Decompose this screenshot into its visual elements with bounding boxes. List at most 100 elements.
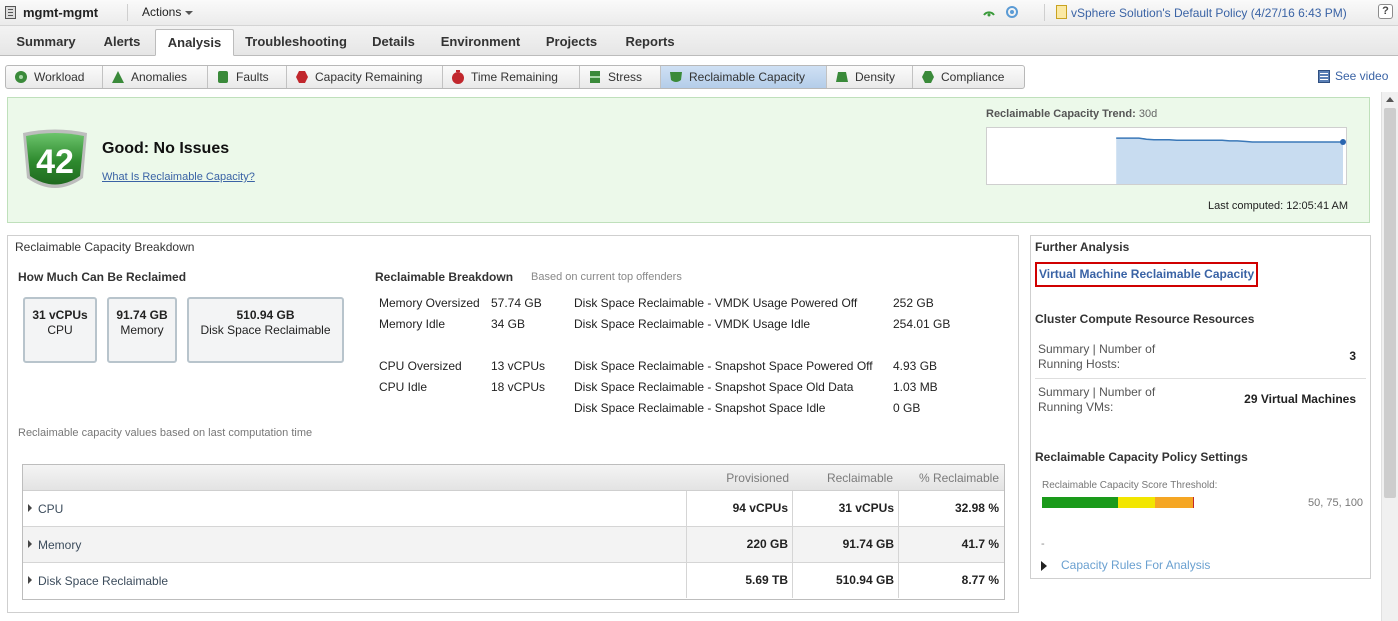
further-analysis-title: Further Analysis bbox=[1035, 240, 1130, 254]
subtab-reclaimable-capacity[interactable]: Reclaimable Capacity bbox=[661, 66, 827, 88]
subtab-density[interactable]: Density bbox=[827, 66, 913, 88]
table-row[interactable]: CPU 94 vCPUs 31 vCPUs 32.98 % bbox=[23, 491, 1004, 527]
expand-caret-icon[interactable] bbox=[1041, 561, 1047, 571]
vertical-scrollbar[interactable] bbox=[1381, 92, 1398, 621]
breakdown-label: Memory Oversized bbox=[379, 296, 480, 310]
subtab-capacity-remaining[interactable]: Capacity Remaining bbox=[287, 66, 443, 88]
table-row[interactable]: Memory 220 GB 91.74 GB 41.7 % bbox=[23, 527, 1004, 563]
tab-environment[interactable]: Environment bbox=[435, 29, 526, 56]
breakdown-value: 13 vCPUs bbox=[491, 359, 546, 373]
cell-reclaimable: 91.74 GB bbox=[792, 527, 899, 562]
summary-vms-label: Summary | Number of Running VMs: bbox=[1038, 385, 1155, 415]
main-tabs: Summary Alerts Analysis Troubleshooting … bbox=[0, 26, 1398, 56]
reclaimable-breakdown-title: Reclaimable Breakdown bbox=[375, 270, 514, 284]
subtab-faults[interactable]: Faults bbox=[208, 66, 287, 88]
summary-label-line: Summary | Number of bbox=[1038, 385, 1156, 399]
capacity-remaining-badge-icon bbox=[296, 71, 308, 83]
col-percent-reclaimable[interactable]: % Reclaimable bbox=[899, 471, 999, 485]
subtab-label: Reclaimable Capacity bbox=[689, 70, 806, 84]
trend-sparkline bbox=[986, 127, 1347, 185]
tab-alerts[interactable]: Alerts bbox=[92, 29, 152, 56]
threshold-bar bbox=[1042, 497, 1194, 508]
subtab-stress[interactable]: Stress bbox=[580, 66, 661, 88]
last-computed: Last computed: 12:05:41 AM bbox=[1208, 200, 1349, 212]
actions-menu[interactable]: Actions bbox=[142, 5, 194, 19]
subtab-label: Capacity Remaining bbox=[315, 70, 423, 84]
threshold-segment bbox=[1155, 497, 1193, 508]
trend-period: 30d bbox=[1138, 108, 1158, 120]
box-value: 510.94 GB bbox=[236, 308, 295, 322]
tab-summary[interactable]: Summary bbox=[8, 29, 84, 56]
tab-analysis[interactable]: Analysis bbox=[155, 29, 234, 56]
policy-link[interactable]: vSphere Solution's Default Policy (4/27/… bbox=[1071, 6, 1347, 20]
scrollbar-thumb[interactable] bbox=[1384, 108, 1396, 498]
subtab-anomalies[interactable]: Anomalies bbox=[103, 66, 208, 88]
cell-percent: 41.7 % bbox=[898, 527, 1004, 562]
subtab-label: Anomalies bbox=[131, 70, 188, 84]
running-hosts-value: 3 bbox=[1349, 349, 1356, 363]
see-video-link[interactable]: See video bbox=[1318, 69, 1388, 83]
what-is-reclaimable-link[interactable]: What Is Reclaimable Capacity? bbox=[102, 171, 255, 183]
cpu-reclaim-box: 31 vCPUs CPU bbox=[23, 297, 97, 363]
tab-details[interactable]: Details bbox=[364, 29, 423, 56]
breakdown-label: Disk Space Reclaimable - Snapshot Space … bbox=[574, 359, 873, 373]
subtab-workload[interactable]: Workload bbox=[6, 66, 103, 88]
tab-projects[interactable]: Projects bbox=[538, 29, 605, 56]
time-remaining-badge-icon bbox=[452, 70, 464, 84]
breakdown-value: 57.74 GB bbox=[491, 296, 542, 310]
subtab-label: Density bbox=[855, 70, 896, 84]
cluster-icon bbox=[5, 6, 16, 19]
breakdown-value: 252 GB bbox=[893, 296, 934, 310]
status-title: Good: No Issues bbox=[102, 140, 230, 157]
scroll-up-arrow-icon[interactable] bbox=[1382, 94, 1398, 106]
video-icon bbox=[1318, 69, 1330, 83]
placeholder-dash: - bbox=[1041, 538, 1045, 550]
tab-troubleshooting[interactable]: Troubleshooting bbox=[240, 29, 352, 56]
box-label: Disk Space Reclaimable bbox=[200, 323, 331, 337]
cell-percent: 8.77 % bbox=[898, 563, 1004, 598]
faults-badge-icon bbox=[218, 71, 228, 83]
breakdown-label: Disk Space Reclaimable - VMDK Usage Idle bbox=[574, 317, 811, 331]
policy-icon bbox=[1056, 5, 1067, 19]
subtab-time-remaining[interactable]: Time Remaining bbox=[443, 66, 580, 88]
disk-reclaim-box: 510.94 GB Disk Space Reclaimable bbox=[187, 297, 344, 363]
signal-icon[interactable] bbox=[983, 7, 995, 17]
row-name[interactable]: Memory bbox=[28, 538, 81, 552]
policy-settings-title: Reclaimable Capacity Policy Settings bbox=[1035, 450, 1248, 464]
tab-reports[interactable]: Reports bbox=[617, 29, 683, 56]
cell-percent: 32.98 % bbox=[898, 491, 1004, 526]
col-provisioned[interactable]: Provisioned bbox=[687, 471, 789, 485]
trend-title-label: Reclaimable Capacity Trend: bbox=[986, 108, 1136, 120]
row-name[interactable]: Disk Space Reclaimable bbox=[28, 574, 168, 588]
trend-last-point bbox=[1340, 139, 1346, 145]
divider bbox=[127, 4, 128, 21]
breakdown-title: Reclaimable Capacity Breakdown bbox=[15, 240, 195, 254]
table-row[interactable]: Disk Space Reclaimable 5.69 TB 510.94 GB… bbox=[23, 563, 1004, 599]
box-label: CPU bbox=[47, 323, 73, 337]
breakdown-value: 1.03 MB bbox=[893, 380, 938, 394]
cell-provisioned: 94 vCPUs bbox=[686, 491, 793, 526]
cell-provisioned: 5.69 TB bbox=[686, 563, 793, 598]
help-icon[interactable]: ? bbox=[1378, 4, 1393, 19]
threshold-label: Reclaimable Capacity Score Threshold: bbox=[1042, 480, 1218, 491]
title-bar: mgmt-mgmt Actions vSphere Solution's Def… bbox=[0, 0, 1398, 26]
stress-badge-icon bbox=[590, 71, 600, 83]
divider bbox=[1044, 4, 1045, 21]
divider bbox=[1035, 378, 1366, 379]
vm-reclaimable-capacity-link[interactable]: Virtual Machine Reclaimable Capacity bbox=[1039, 267, 1254, 281]
cluster-resources-title: Cluster Compute Resource Resources bbox=[1035, 312, 1255, 326]
capacity-rules-link[interactable]: Capacity Rules For Analysis bbox=[1061, 558, 1210, 572]
summary-hosts-label: Summary | Number of Running Hosts: bbox=[1038, 342, 1155, 372]
chevron-down-icon bbox=[185, 10, 194, 15]
breakdown-value: 4.93 GB bbox=[893, 359, 938, 373]
score-value: 42 bbox=[36, 143, 74, 181]
sync-icon[interactable] bbox=[1006, 6, 1018, 18]
subtab-label: Faults bbox=[236, 70, 269, 84]
threshold-segment bbox=[1117, 497, 1156, 508]
reclaim-table: Provisioned Reclaimable % Reclaimable CP… bbox=[22, 464, 1005, 600]
subtab-compliance[interactable]: Compliance bbox=[913, 66, 1024, 88]
col-reclaimable[interactable]: Reclaimable bbox=[793, 471, 893, 485]
breakdown-label: CPU Idle bbox=[379, 380, 428, 394]
row-name[interactable]: CPU bbox=[28, 502, 63, 516]
breakdown-value: 0 GB bbox=[893, 401, 921, 415]
